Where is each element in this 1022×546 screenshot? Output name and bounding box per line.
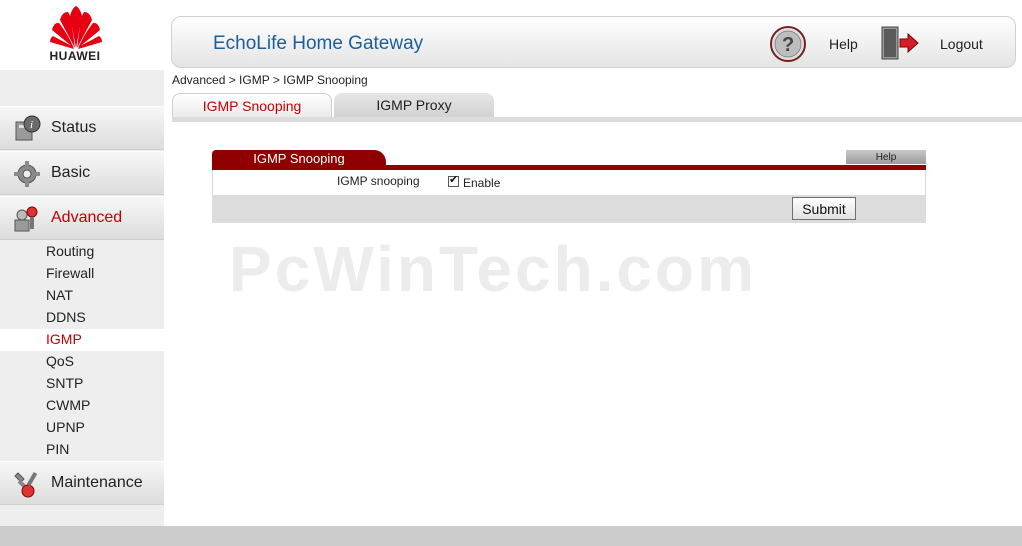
app-title: EchoLife Home Gateway	[213, 33, 424, 54]
gear-icon	[14, 161, 40, 187]
maintenance-icon	[14, 471, 38, 498]
checkmark-icon: ✔	[449, 174, 459, 186]
submit-row: Submit	[212, 195, 926, 223]
sidebar-item-basic[interactable]: Basic	[0, 151, 164, 195]
sidebar-item-label: Maintenance	[51, 474, 143, 491]
tab-igmp-proxy[interactable]: IGMP Proxy	[334, 93, 494, 117]
tab-divider	[172, 117, 1022, 122]
logout-icon[interactable]	[880, 25, 920, 61]
submenu-item-pin[interactable]: PIN	[0, 439, 164, 461]
submenu-item-label: QoS	[46, 353, 75, 369]
submit-button[interactable]: Submit	[792, 197, 856, 220]
sidebar-item-status[interactable]: i Status	[0, 106, 164, 150]
sidebar-item-label: Status	[51, 119, 97, 136]
enable-label: Enable	[463, 176, 501, 190]
submenu-item-label: PIN	[46, 441, 70, 457]
sidebar-item-label: Basic	[51, 164, 91, 181]
submenu-item-firewall[interactable]: Firewall	[0, 263, 164, 285]
help-link[interactable]: Help	[829, 36, 858, 52]
bottom-bar	[0, 526, 1022, 546]
logout-link[interactable]: Logout	[940, 36, 983, 52]
submenu-item-label: Routing	[46, 243, 95, 259]
submenu-item-label: Firewall	[46, 265, 95, 281]
igmp-snooping-row: IGMP snooping ✔ Enable	[212, 170, 926, 195]
huawei-logo: HUAWEI	[0, 0, 164, 70]
help-icon[interactable]: ?	[769, 25, 807, 63]
submenu-item-qos[interactable]: QoS	[0, 351, 164, 373]
submenu-item-label: DDNS	[46, 309, 86, 325]
sidebar-item-advanced[interactable]: Advanced	[0, 196, 164, 240]
sidebar-item-label: Advanced	[51, 209, 123, 226]
submenu-item-upnp[interactable]: UPNP	[0, 417, 164, 439]
header-bar: EchoLife Home Gateway ? Help Logout	[171, 16, 1016, 68]
submenu-item-igmp[interactable]: IGMP	[0, 329, 164, 351]
advanced-submenu: Routing Firewall NAT DDNS IGMP QoS SNTP …	[0, 241, 164, 461]
svg-text:?: ?	[782, 34, 794, 56]
logo-text: HUAWEI	[49, 49, 101, 63]
submenu-item-label: NAT	[46, 287, 73, 303]
status-icon: i	[15, 115, 41, 141]
enable-checkbox[interactable]: ✔	[448, 174, 459, 187]
watermark: PcWinTech.com	[229, 233, 757, 305]
panel-help-button[interactable]: Help	[846, 150, 926, 164]
submenu-item-sntp[interactable]: SNTP	[0, 373, 164, 395]
submenu-item-label: SNTP	[46, 375, 84, 391]
submenu-item-label: UPNP	[46, 419, 85, 435]
submenu-item-nat[interactable]: NAT	[0, 285, 164, 307]
submenu-item-routing[interactable]: Routing	[0, 241, 164, 263]
tab-igmp-snooping[interactable]: IGMP Snooping	[172, 93, 332, 117]
submenu-item-ddns[interactable]: DDNS	[0, 307, 164, 329]
sidebar: HUAWEI i Status Basic Advanced Routing F…	[0, 0, 164, 526]
sidebar-item-maintenance[interactable]: Maintenance	[0, 461, 164, 505]
breadcrumb: Advanced > IGMP > IGMP Snooping	[172, 73, 368, 87]
igmp-snooping-label: IGMP snooping	[337, 174, 420, 188]
submenu-item-label: IGMP	[46, 331, 82, 347]
advanced-icon	[14, 206, 38, 232]
submenu-item-cwmp[interactable]: CWMP	[0, 395, 164, 417]
huawei-logo-icon	[50, 6, 102, 49]
submenu-item-label: CWMP	[46, 397, 91, 413]
svg-text:i: i	[30, 119, 33, 131]
